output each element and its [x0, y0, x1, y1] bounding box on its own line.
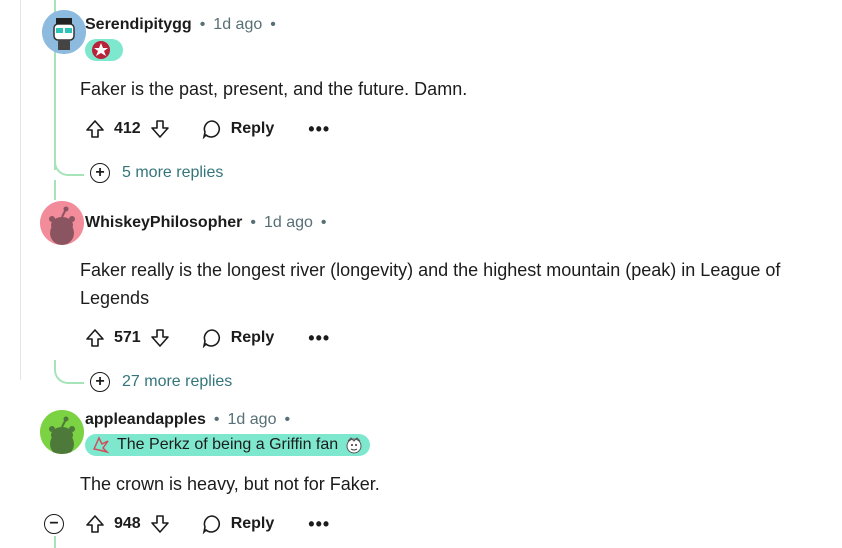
comment-icon — [202, 515, 220, 535]
upvote-icon[interactable] — [84, 327, 106, 349]
thread-line — [54, 536, 56, 548]
comment-icon — [202, 120, 220, 140]
expand-plus-icon: + — [90, 163, 110, 183]
comment-icon — [202, 329, 220, 349]
avatar[interactable] — [40, 201, 84, 245]
reply-label: Reply — [230, 515, 275, 532]
reply-button[interactable]: Reply — [201, 327, 275, 349]
griffin-logo-icon — [92, 436, 110, 454]
separator: • — [199, 16, 206, 33]
comment-body: Faker is the past, present, and the futu… — [80, 79, 468, 99]
comment-actions: − 948 Reply ••• — [44, 513, 330, 535]
thread-connector — [54, 360, 84, 384]
more-replies-link[interactable]: + 27 more replies — [90, 372, 232, 392]
reply-button[interactable]: Reply — [201, 513, 275, 535]
upvote-icon[interactable] — [84, 118, 106, 140]
flair-text: The Perkz of being a Griffin fan — [117, 436, 339, 453]
comment-body: The crown is heavy, but not for Faker. — [80, 474, 380, 494]
vote-score: 412 — [114, 120, 141, 137]
separator: • — [270, 16, 276, 33]
timestamp[interactable]: 1d ago — [264, 214, 313, 232]
separator: • — [213, 411, 220, 428]
more-replies-label: 27 more replies — [122, 373, 233, 390]
thread-connector — [54, 150, 84, 176]
downvote-icon[interactable] — [149, 327, 171, 349]
upvote-icon[interactable] — [84, 513, 106, 535]
reply-label: Reply — [230, 329, 275, 346]
username[interactable]: Serendipitygg — [85, 16, 192, 34]
username[interactable]: appleandapples — [85, 411, 206, 429]
reply-label: Reply — [230, 120, 275, 137]
more-options-icon[interactable]: ••• — [308, 120, 330, 138]
timestamp[interactable]: 1d ago — [228, 411, 277, 429]
vote-score: 948 — [114, 515, 141, 532]
comment-actions: 412 Reply ••• — [84, 118, 330, 140]
perkz-emote-icon — [346, 437, 362, 454]
vote-score: 571 — [114, 329, 141, 346]
comment-body: Faker really is the longest river (longe… — [80, 260, 781, 308]
downvote-icon[interactable] — [149, 513, 171, 535]
separator: • — [284, 411, 291, 428]
thread-line — [54, 180, 56, 200]
downvote-icon[interactable] — [149, 118, 171, 140]
robot-avatar-icon — [42, 10, 86, 54]
reply-button[interactable]: Reply — [201, 118, 275, 140]
thread-line — [20, 0, 21, 380]
avatar[interactable] — [40, 410, 84, 454]
user-flair: The Perkz of being a Griffin fan — [85, 434, 371, 456]
comment-actions: 571 Reply ••• — [84, 327, 330, 349]
user-flair — [85, 39, 123, 61]
separator: • — [250, 214, 256, 231]
more-options-icon[interactable]: ••• — [308, 329, 330, 347]
team-logo-icon — [92, 41, 110, 59]
more-replies-label: 5 more replies — [122, 164, 224, 181]
snoo-avatar-icon — [40, 201, 84, 245]
expand-plus-icon: + — [90, 372, 110, 392]
timestamp[interactable]: 1d ago — [213, 16, 262, 34]
separator: • — [320, 214, 327, 231]
more-replies-link[interactable]: + 5 more replies — [90, 163, 223, 183]
username[interactable]: WhiskeyPhilosopher — [85, 214, 242, 232]
more-options-icon[interactable]: ••• — [308, 515, 330, 533]
snoo-avatar-icon — [40, 410, 84, 454]
avatar[interactable] — [42, 10, 86, 54]
collapse-minus-icon[interactable]: − — [44, 514, 64, 534]
